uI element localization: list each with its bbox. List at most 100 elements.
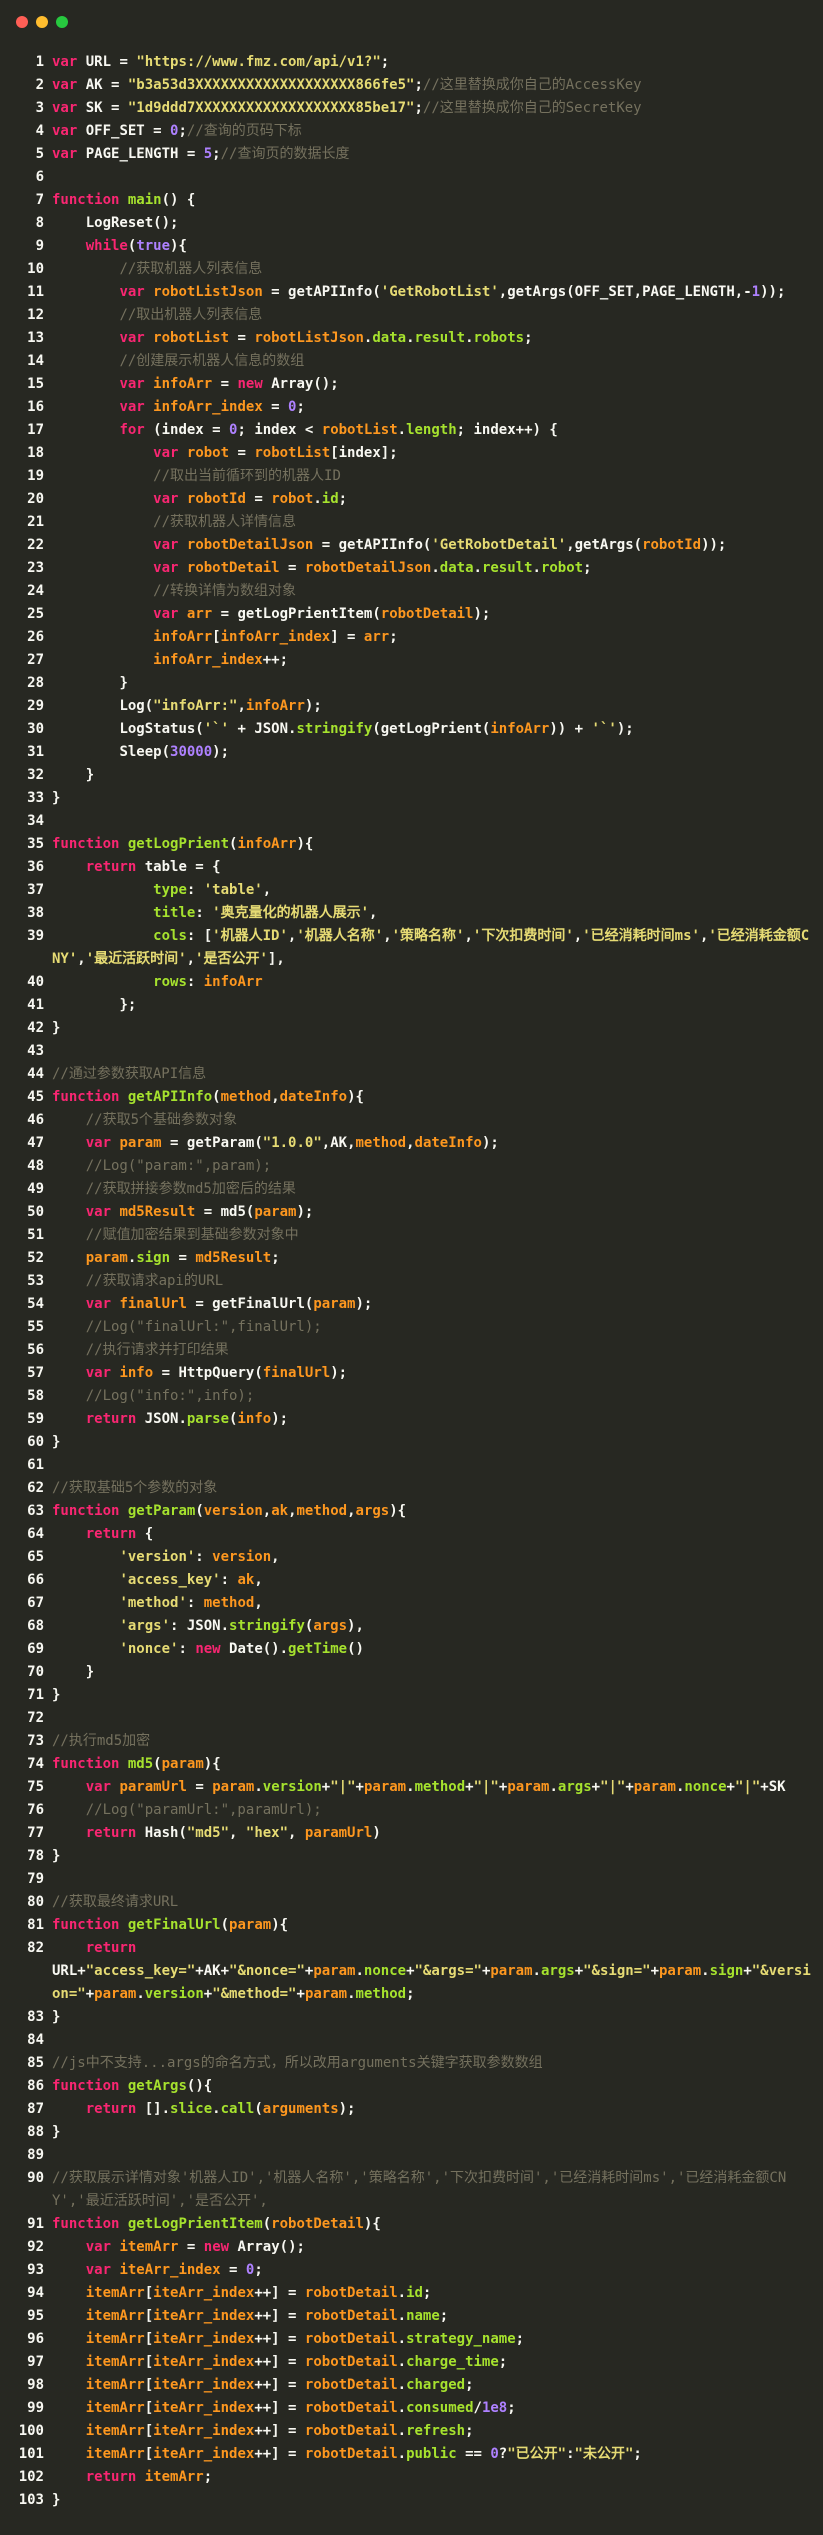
code-token: + <box>406 1963 415 1979</box>
code-token: robotList <box>321 422 398 438</box>
code-token: finalUrl <box>119 1296 187 1312</box>
close-window-dot[interactable] <box>16 16 28 28</box>
code-token: [ <box>144 2308 154 2324</box>
line-number: 41 <box>27 997 44 1013</box>
code-line: 66 'access_key': ak, <box>0 1569 823 1592</box>
minimize-window-dot[interactable] <box>36 16 48 28</box>
code-token: , <box>262 1503 272 1519</box>
code-token: stringify <box>229 1618 305 1634</box>
code-line: 56 //执行请求并打印结果 <box>0 1339 823 1362</box>
code-token: '机器人ID' <box>212 928 288 944</box>
line-source: Sleep(30000); <box>44 741 823 764</box>
code-token: . <box>397 2331 407 2347</box>
code-line: 15 var infoArr = new Array(); <box>0 373 823 396</box>
code-token: itemArr <box>85 2354 145 2370</box>
line-number: 81 <box>27 1917 44 1933</box>
code-token: result <box>481 560 533 576</box>
line-number: 103 <box>18 2492 44 2508</box>
code-token: ); <box>330 1365 348 1381</box>
code-token: 'GetRobotDetail' <box>431 537 567 553</box>
code-token: args <box>557 1779 592 1795</box>
code-token: sign <box>709 1963 744 1979</box>
code-token: "https://www.fmz.com/api/v1?" <box>136 54 381 70</box>
code-line: 96 itemArr[iteArr_index++] = robotDetail… <box>0 2328 823 2351</box>
code-token: var <box>119 376 145 392</box>
code-token: , <box>271 1089 280 1105</box>
code-token: ; <box>507 2400 516 2416</box>
code-token: ++] = <box>254 2308 305 2324</box>
line-source: cols: ['机器人ID','机器人名称','策略名称','下次扣费时间','… <box>44 925 823 971</box>
code-token: //Log("param:",param); <box>85 1158 272 1174</box>
code-token: +AK+ <box>195 1963 230 1979</box>
code-token: robot <box>271 491 314 507</box>
line-number: 19 <box>27 468 44 484</box>
line-source: return [].slice.call(arguments); <box>44 2098 823 2121</box>
line-source: //获取机器人详情信息 <box>44 511 823 534</box>
code-token: //Log("info:",info); <box>85 1388 255 1404</box>
code-token: var <box>85 1365 112 1381</box>
code-token: } <box>52 790 61 806</box>
code-line: 98 itemArr[iteArr_index++] = robotDetail… <box>0 2374 823 2397</box>
code-token: infoArr_index <box>153 399 263 415</box>
code-token: getTime <box>288 1641 348 1657</box>
code-line: 27 infoArr_index++; <box>0 649 823 672</box>
line-number: 52 <box>27 1250 44 1266</box>
line-source: 'access_key': ak, <box>44 1569 823 1592</box>
code-token: param <box>161 1756 204 1772</box>
code-token: : [ <box>186 928 213 944</box>
line-number: 25 <box>27 606 44 622</box>
code-token: ,getArgs( <box>566 537 643 553</box>
line-source: } <box>44 672 823 695</box>
code-token: : <box>186 1595 204 1611</box>
line-source: } <box>44 1017 823 1040</box>
code-token: public <box>406 2446 457 2462</box>
maximize-window-dot[interactable] <box>56 16 68 28</box>
code-token: robotListJson <box>153 284 263 300</box>
code-token: refresh <box>406 2423 466 2439</box>
code-token: dateInfo <box>279 1089 348 1105</box>
code-line: 30 LogStatus('`' + JSON.stringify(getLog… <box>0 718 823 741</box>
code-token: "1d9ddd7XXXXXXXXXXXXXXXXXXX85be17" <box>127 100 415 116</box>
code-token: param <box>85 1250 128 1266</box>
code-token: = getFinalUrl( <box>186 1296 314 1312</box>
code-token: ++] = <box>254 2354 305 2370</box>
code-token: robotId <box>186 491 246 507</box>
line-source: //Log("info:",info); <box>44 1385 823 1408</box>
code-token: param <box>119 1135 162 1151</box>
code-token: . <box>532 1963 541 1979</box>
code-token: robotDetail <box>304 2285 398 2301</box>
code-line: 11 var robotListJson = getAPIInfo('GetRo… <box>0 281 823 304</box>
code-token: //创建展示机器人信息的数组 <box>119 353 305 369</box>
code-token: = <box>220 2262 246 2278</box>
code-token: robotDetail <box>304 2331 398 2347</box>
code-token: ++] = <box>254 2446 305 2462</box>
code-token: rows <box>153 974 187 990</box>
code-token: } <box>52 1687 61 1703</box>
line-number: 64 <box>27 1526 44 1542</box>
code-token: ,AK, <box>321 1135 356 1151</box>
code-token: . <box>397 2423 407 2439</box>
code-token: = <box>229 330 255 346</box>
code-token: . <box>355 1963 364 1979</box>
line-number: 27 <box>27 652 44 668</box>
code-token: () <box>347 1641 364 1657</box>
line-number: 91 <box>27 2216 44 2232</box>
code-token: var <box>153 606 179 622</box>
code-token: robotDetail <box>304 2423 398 2439</box>
line-number: 31 <box>27 744 44 760</box>
line-source: //通过参数获取API信息 <box>44 1063 823 1086</box>
code-token: 1 <box>751 284 761 300</box>
